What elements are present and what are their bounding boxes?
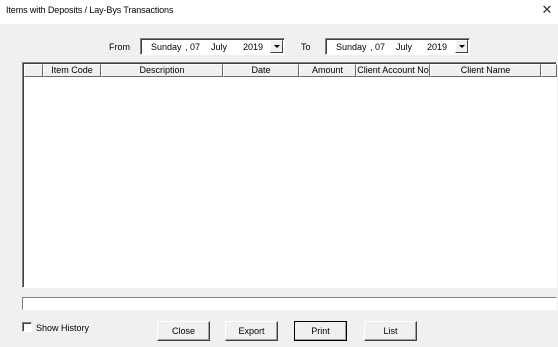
status-field [22, 297, 557, 310]
column-header-description[interactable]: Description [101, 64, 223, 77]
print-button[interactable]: Print [294, 321, 347, 341]
title-bar: Items with Deposits / Lay-Bys Transactio… [0, 0, 558, 24]
column-header-client-account-no[interactable]: Client Account No [356, 64, 430, 77]
to-label: To [301, 42, 311, 52]
from-year: 2019 [243, 42, 264, 52]
export-button[interactable]: Export [225, 321, 278, 341]
window-title: Items with Deposits / Lay-Bys Transactio… [6, 5, 174, 15]
column-header-selector[interactable] [24, 64, 43, 77]
to-weekday: Sunday [336, 42, 367, 52]
column-header-extra[interactable] [541, 64, 557, 77]
close-button[interactable]: Close [157, 321, 210, 341]
to-dropdown-icon[interactable] [455, 40, 468, 53]
column-header-date[interactable]: Date [223, 64, 299, 77]
list-button[interactable]: List [364, 321, 417, 341]
grid-header: Item Code Description Date Amount Client… [24, 64, 557, 77]
to-date-picker[interactable]: Sunday , 07 July 2019 [325, 38, 470, 55]
to-month: July [396, 42, 413, 52]
from-month: July [211, 42, 228, 52]
from-date-picker[interactable]: Sunday , 07 July 2019 [140, 38, 285, 55]
show-history-checkbox[interactable] [22, 322, 32, 332]
from-dropdown-icon[interactable] [270, 40, 283, 53]
from-weekday: Sunday [151, 42, 182, 52]
column-header-client-name[interactable]: Client Name [430, 64, 541, 77]
transactions-grid[interactable]: Item Code Description Date Amount Client… [22, 62, 557, 288]
from-label: From [109, 42, 130, 52]
close-icon[interactable]: ✕ [540, 3, 554, 17]
to-year: 2019 [427, 42, 448, 52]
column-header-amount[interactable]: Amount [299, 64, 356, 77]
show-history-label[interactable]: Show History [36, 323, 89, 333]
from-day: , 07 [185, 42, 201, 52]
to-day: , 07 [370, 42, 386, 52]
column-header-item-code[interactable]: Item Code [43, 64, 101, 77]
